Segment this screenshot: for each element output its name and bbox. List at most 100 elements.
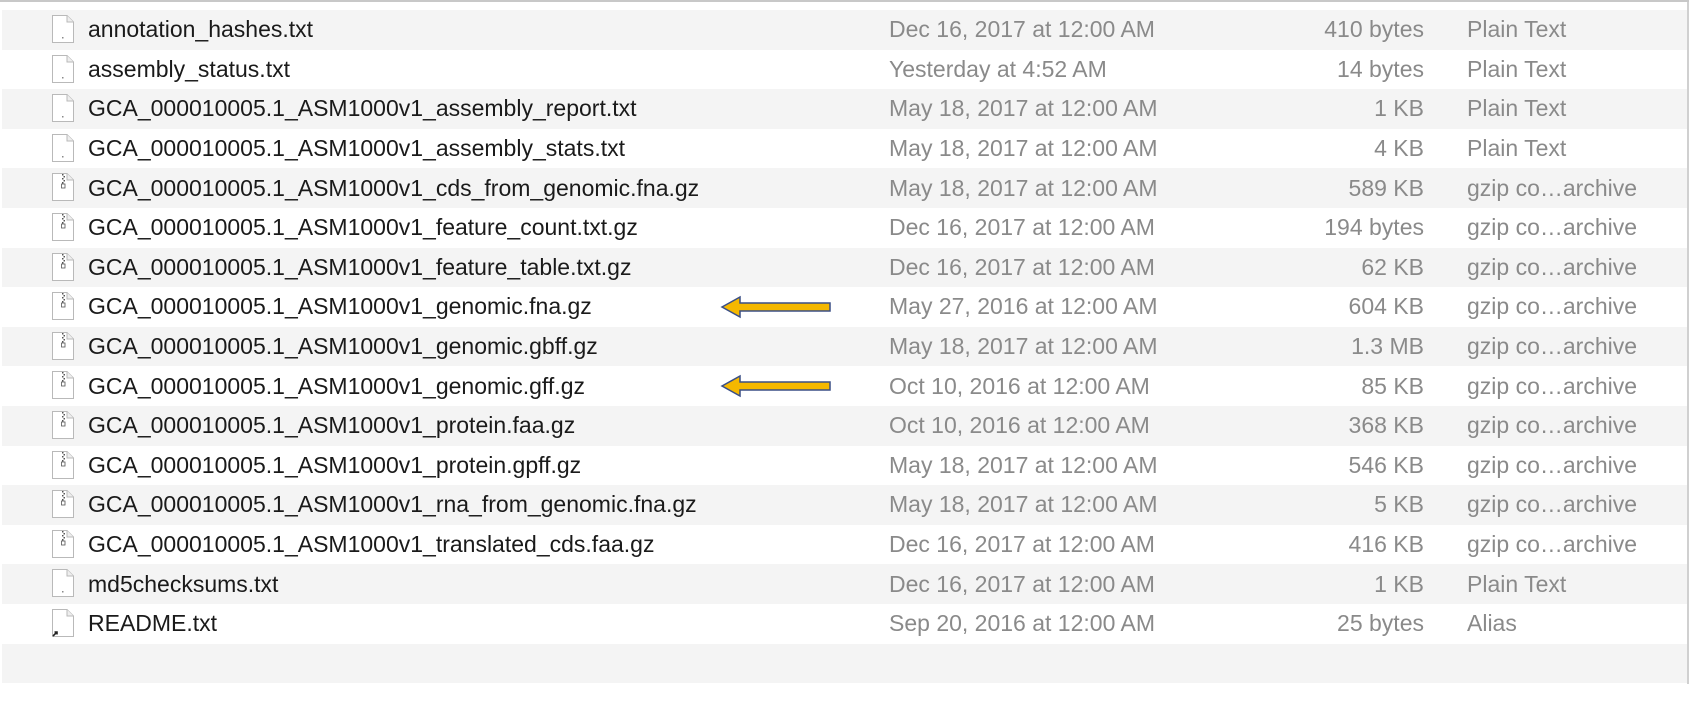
file-name: GCA_000010005.1_ASM1000v1_rna_from_genom… [88,491,697,518]
file-date-modified: Oct 10, 2016 at 12:00 AM [889,412,1150,439]
archive-file-icon [51,370,75,400]
file-row[interactable]: GCA_000010005.1_ASM1000v1_rna_from_genom… [2,485,1687,525]
file-date-modified: Dec 16, 2017 at 12:00 AM [889,16,1155,43]
archive-file-icon [51,529,75,559]
archive-file-icon [51,252,75,282]
file-row[interactable]: GCA_000010005.1_ASM1000v1_genomic.gff.gz… [2,366,1687,406]
file-name: assembly_status.txt [88,55,290,82]
file-size: 368 KB [1348,412,1424,439]
archive-file-icon [51,489,75,519]
file-size: 5 KB [1374,491,1424,518]
file-name: md5checksums.txt [88,570,279,597]
text-document-icon [51,133,75,163]
file-size: 194 bytes [1324,214,1424,241]
file-date-modified: Dec 16, 2017 at 12:00 AM [889,214,1155,241]
text-document-icon [51,14,75,44]
file-date-modified: May 18, 2017 at 12:00 AM [889,451,1158,478]
annotation-arrow-icon [720,374,832,398]
file-kind: gzip co…archive [1467,531,1638,558]
file-size: 604 KB [1348,293,1424,320]
file-kind: Plain Text [1467,55,1567,82]
file-size: 4 KB [1374,135,1424,162]
file-row[interactable]: GCA_000010005.1_ASM1000v1_protein.faa.gz… [2,405,1687,446]
file-row[interactable]: GCA_000010005.1_ASM1000v1_protein.gpff.g… [2,446,1687,486]
file-date-modified: Oct 10, 2016 at 12:00 AM [889,372,1150,399]
file-size: 410 bytes [1324,16,1424,43]
file-kind: gzip co…archive [1467,333,1638,360]
file-kind: Plain Text [1467,16,1567,43]
file-row[interactable]: GCA_000010005.1_ASM1000v1_feature_count.… [2,208,1687,248]
archive-file-icon [51,172,75,202]
file-date-modified: Sep 20, 2016 at 12:00 AM [889,610,1155,637]
file-row[interactable]: README.txt Sep 20, 2016 at 12:00 AM 25 byt… [2,604,1687,644]
archive-file-icon [51,291,75,321]
file-row[interactable]: GCA_000010005.1_ASM1000v1_genomic.fna.gz… [2,287,1687,327]
file-row[interactable]: GCA_000010005.1_ASM1000v1_genomic.gbff.g… [2,326,1687,367]
file-name: annotation_hashes.txt [88,16,314,43]
text-document-icon [51,54,75,84]
file-date-modified: May 18, 2017 at 12:00 AM [889,174,1158,201]
file-kind: Plain Text [1467,135,1567,162]
file-date-modified: Dec 16, 2017 at 12:00 AM [889,570,1155,597]
file-date-modified: Dec 16, 2017 at 12:00 AM [889,253,1155,280]
file-size: 1 KB [1374,570,1424,597]
file-kind: gzip co…archive [1467,253,1638,280]
file-date-modified: May 18, 2017 at 12:00 AM [889,135,1158,162]
archive-file-icon [51,410,75,440]
archive-file-icon [51,450,75,480]
archive-file-icon [51,212,75,242]
file-size: 85 KB [1361,372,1424,399]
file-size: 25 bytes [1337,610,1424,637]
file-size: 589 KB [1348,174,1424,201]
file-kind: Plain Text [1467,570,1567,597]
file-name: GCA_000010005.1_ASM1000v1_protein.gpff.g… [88,451,582,478]
file-row[interactable]: assembly_status.txt Yesterday at 4:52 AM 1… [2,50,1687,90]
annotation-arrow-icon [720,295,832,319]
file-size: 416 KB [1348,531,1424,558]
file-row[interactable]: annotation_hashes.txt Dec 16, 2017 at 12:… [2,10,1687,50]
file-size: 14 bytes [1337,55,1424,82]
file-name: GCA_000010005.1_ASM1000v1_genomic.fna.gz [88,293,592,320]
file-kind: gzip co…archive [1467,491,1638,518]
file-size: 62 KB [1361,253,1424,280]
file-date-modified: May 27, 2016 at 12:00 AM [889,293,1158,320]
text-document-icon [51,93,75,123]
file-kind: gzip co…archive [1467,412,1638,439]
finder-list-view: annotation_hashes.txt Dec 16, 2017 at 12:… [0,0,1689,714]
file-kind: gzip co…archive [1467,293,1638,320]
archive-file-icon [51,331,75,361]
empty-row [2,643,1687,684]
file-kind: gzip co…archive [1467,372,1638,399]
file-kind: gzip co…archive [1467,174,1638,201]
file-date-modified: Dec 16, 2017 at 12:00 AM [889,531,1155,558]
file-name: README.txt [88,610,218,637]
file-size: 1 KB [1374,95,1424,122]
file-name: GCA_000010005.1_ASM1000v1_cds_from_genom… [88,174,700,201]
file-date-modified: May 18, 2017 at 12:00 AM [889,95,1158,122]
file-date-modified: May 18, 2017 at 12:00 AM [889,491,1158,518]
file-name: GCA_000010005.1_ASM1000v1_genomic.gff.gz [88,372,585,399]
file-name: GCA_000010005.1_ASM1000v1_assembly_stats… [88,135,625,162]
file-row[interactable]: GCA_000010005.1_ASM1000v1_translated_cds… [2,525,1687,565]
text-document-icon [51,568,75,598]
file-row[interactable]: GCA_000010005.1_ASM1000v1_cds_from_genom… [2,168,1687,208]
alias-file-icon [51,608,75,638]
file-kind: gzip co…archive [1467,214,1638,241]
file-date-modified: May 18, 2017 at 12:00 AM [889,333,1158,360]
file-row[interactable]: md5checksums.txt Dec 16, 2017 at 12:00 AM… [2,564,1687,604]
file-row[interactable]: GCA_000010005.1_ASM1000v1_feature_table.… [2,247,1687,288]
file-kind: gzip co…archive [1467,451,1638,478]
file-name: GCA_000010005.1_ASM1000v1_genomic.gbff.g… [88,333,598,360]
file-kind: Plain Text [1467,95,1567,122]
file-name: GCA_000010005.1_ASM1000v1_protein.faa.gz [88,412,576,439]
file-size: 546 KB [1348,451,1424,478]
file-name: GCA_000010005.1_ASM1000v1_translated_cds… [88,531,655,558]
file-row[interactable]: GCA_000010005.1_ASM1000v1_assembly_stats… [2,129,1687,169]
file-row[interactable]: GCA_000010005.1_ASM1000v1_assembly_repor… [2,89,1687,129]
file-name: GCA_000010005.1_ASM1000v1_feature_table.… [88,253,632,280]
file-date-modified: Yesterday at 4:52 AM [889,55,1107,82]
file-size: 1.3 MB [1351,333,1424,360]
file-name: GCA_000010005.1_ASM1000v1_assembly_repor… [88,95,637,122]
file-name: GCA_000010005.1_ASM1000v1_feature_count.… [88,214,638,241]
file-kind: Alias [1467,610,1517,637]
